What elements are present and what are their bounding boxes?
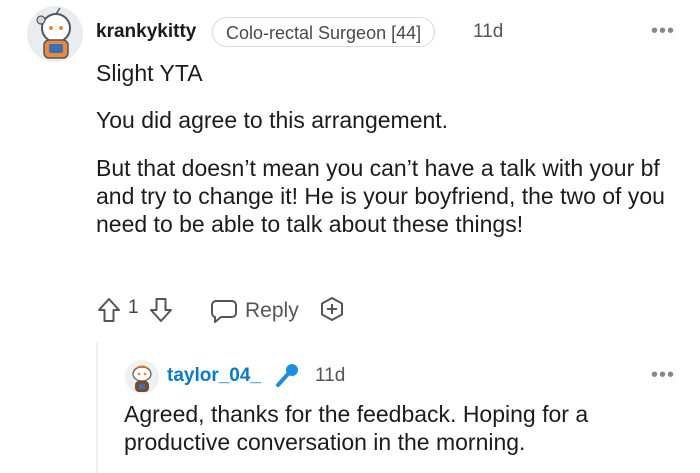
reply-label: Reply	[245, 299, 299, 322]
comment-paragraph: But that doesn’t mean you can’t have a t…	[96, 155, 665, 237]
microphone-badge	[273, 360, 303, 390]
avatar[interactable]	[27, 6, 83, 62]
add-award-icon	[321, 297, 343, 321]
comment-paragraph: You did agree to this arrangement.	[96, 107, 449, 133]
comment-username[interactable]: krankykitty	[96, 20, 196, 44]
upvote-button[interactable]	[96, 296, 122, 324]
snoo-astronaut-icon	[27, 6, 83, 62]
reply-body: Agreed, thanks for the feedback. Hoping …	[124, 401, 589, 455]
reply-username[interactable]: taylor_04_	[167, 364, 261, 388]
comment-paragraph: Slight YTA	[96, 60, 203, 86]
award-button[interactable]	[318, 296, 346, 326]
arrow-up-icon	[98, 298, 120, 322]
thread-line[interactable]	[96, 342, 98, 473]
speech-bubble-icon	[211, 300, 237, 323]
downvote-button[interactable]	[148, 296, 174, 324]
reply-avatar[interactable]	[125, 360, 159, 394]
vote-count: 1	[128, 297, 139, 318]
snoo-avatar-icon	[125, 360, 159, 394]
arrow-down-icon	[150, 298, 172, 322]
microphone-icon	[276, 364, 298, 387]
more-options-button[interactable]: •••	[651, 21, 675, 41]
reply-button[interactable]: Reply	[210, 296, 299, 326]
reply-more-options-button[interactable]: •••	[651, 365, 675, 385]
comment-timestamp: 11d	[473, 21, 504, 42]
reply-timestamp: 11d	[315, 365, 346, 386]
user-flair: Colo-rectal Surgeon [44]	[212, 17, 436, 47]
